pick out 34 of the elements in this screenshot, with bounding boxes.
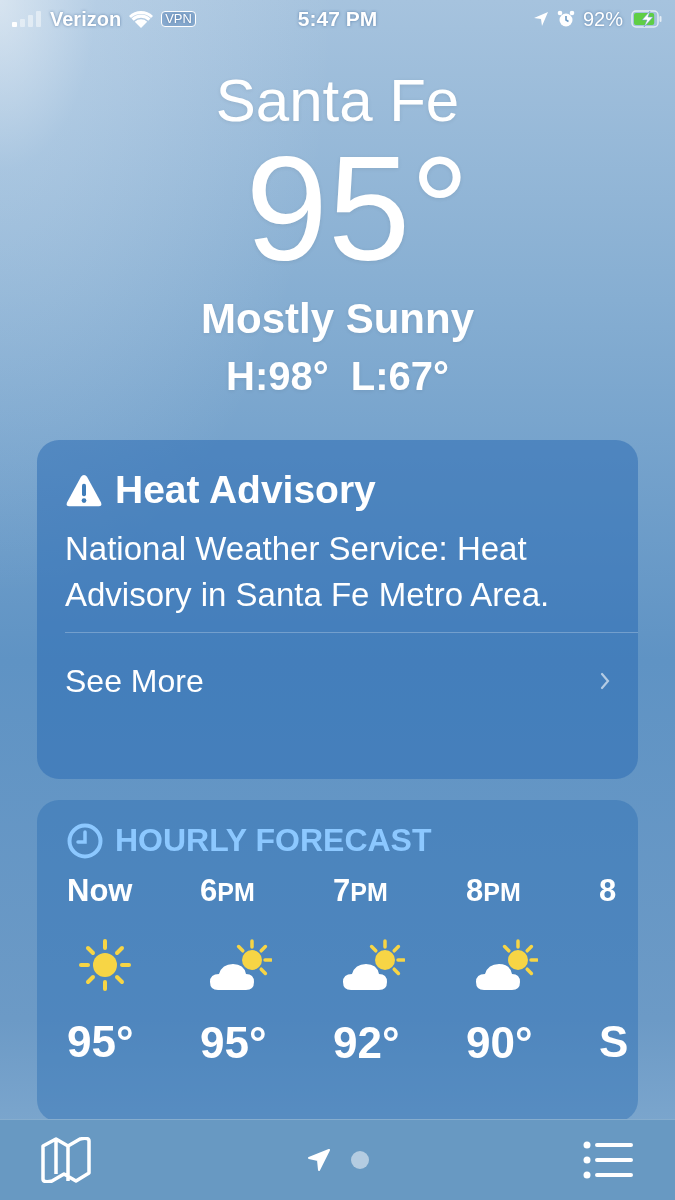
alert-text: National Weather Service: Heat Advisory in Santa Fe Metro Area.	[65, 529, 551, 615]
see-more-link[interactable]: See More	[65, 632, 638, 709]
hour-label: 6PM	[200, 872, 256, 910]
signal-icon	[12, 11, 42, 27]
hour-temperature: 95°	[67, 1016, 135, 1068]
hour-temperature: S	[599, 1016, 630, 1068]
weather-condition: Mostly Sunny	[201, 294, 474, 344]
status-time: 5:47 PM	[297, 7, 378, 31]
chevron-right-icon	[600, 672, 610, 690]
list-icon[interactable]	[583, 1141, 635, 1179]
page-dot[interactable]	[350, 1151, 369, 1169]
hour-label: Now	[67, 872, 134, 910]
map-icon[interactable]	[40, 1137, 92, 1183]
hour-temperature: 92°	[333, 1017, 401, 1069]
wifi-icon	[129, 10, 154, 28]
high-temperature: H:98°	[226, 353, 329, 400]
vpn-badge: VPN	[161, 11, 196, 27]
clock-icon	[67, 822, 103, 859]
battery-percent: 92%	[582, 7, 623, 31]
hour-label: 7PM	[333, 872, 389, 910]
hour-label: 8	[599, 872, 618, 910]
current-temperature: 95°	[244, 134, 470, 284]
location-arrow-icon[interactable]	[306, 1148, 331, 1172]
carrier-name: Verizon	[50, 7, 122, 31]
hour-label: 8PM	[466, 872, 522, 910]
hour-temperature: 95°	[200, 1017, 268, 1069]
alert-title: Heat Advisory	[115, 468, 376, 512]
section-heading: HOURLY FORECAST	[115, 822, 432, 859]
low-temperature: L:67°	[350, 353, 449, 400]
city-name: Santa Fe	[215, 66, 460, 136]
alarm-clock-icon	[556, 10, 575, 28]
warning-icon	[65, 472, 103, 508]
location-arrow-icon	[532, 11, 549, 27]
hour-temperature: 90°	[466, 1017, 534, 1069]
